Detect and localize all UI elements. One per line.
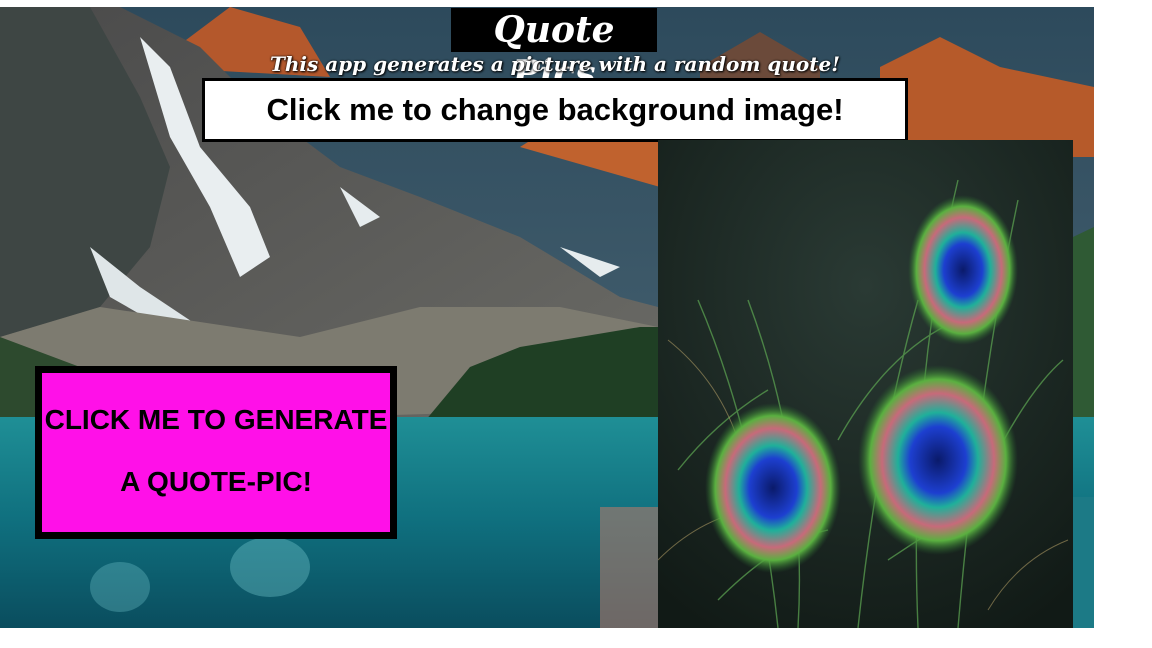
app-title: Quote Pics bbox=[451, 8, 657, 95]
generate-quote-pic-button[interactable]: CLICK ME TO GENERATE A QUOTE-PIC! bbox=[35, 366, 397, 539]
quote-pics-app: Quote Pics This app generates a picture … bbox=[0, 7, 1094, 628]
generate-button-line-1: CLICK ME TO GENERATE bbox=[44, 404, 388, 435]
change-background-button[interactable]: Click me to change background image! bbox=[202, 78, 908, 142]
app-subtitle: This app generates a picture with a rand… bbox=[269, 52, 841, 76]
quote-picture bbox=[658, 140, 1073, 628]
generate-button-line-2: A QUOTE-PIC! bbox=[120, 466, 312, 497]
